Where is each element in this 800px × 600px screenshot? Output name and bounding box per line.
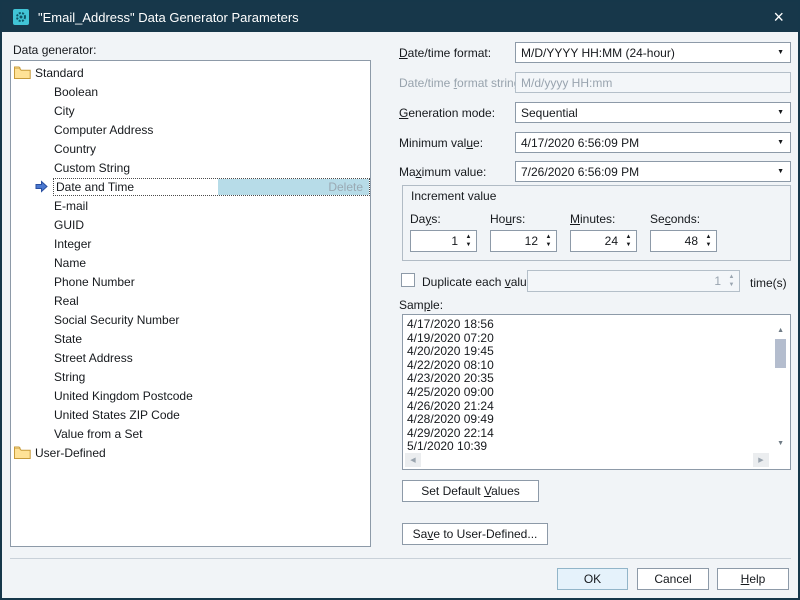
sample-row: 4/29/2020 22:14 xyxy=(407,427,494,441)
spinner-down-icon: ▼ xyxy=(729,283,735,288)
minutes-label: Minutes: xyxy=(570,212,615,226)
format-string-input-disabled: M/d/yyyy HH:mm xyxy=(515,72,791,93)
dropdown-arrow-icon: ▼ xyxy=(777,139,790,146)
spinner-up-icon[interactable]: ▲ xyxy=(706,235,712,240)
sample-label: Sample: xyxy=(399,298,443,312)
sample-row: 4/17/2020 18:56 xyxy=(407,318,494,332)
sample-row: 4/19/2020 07:20 xyxy=(407,332,494,346)
dropdown-arrow-icon: ▼ xyxy=(777,109,790,116)
tree-item-string[interactable]: String xyxy=(11,367,370,386)
tree-item-label: User-Defined xyxy=(35,446,106,460)
scroll-left-icon[interactable]: ◀ xyxy=(405,453,421,467)
datetime-format-select[interactable]: M/D/YYYY HH:MM (24-hour) ▼ xyxy=(515,42,791,63)
spinner-down-icon[interactable]: ▼ xyxy=(466,243,472,248)
days-spinner[interactable]: 1 ▲▼ xyxy=(410,230,477,252)
tree-item-united-kingdom-postcode[interactable]: United Kingdom Postcode xyxy=(11,386,370,405)
spinner-up-icon: ▲ xyxy=(729,275,735,280)
tree-item-real[interactable]: Real xyxy=(11,291,370,310)
minutes-spinner[interactable]: 24 ▲▼ xyxy=(570,230,637,252)
seconds-spinner[interactable]: 48 ▲▼ xyxy=(650,230,717,252)
delete-inline-button[interactable]: Delete xyxy=(328,180,363,194)
sample-row: 4/20/2020 19:45 xyxy=(407,345,494,359)
sample-row: 5/1/2020 10:39 xyxy=(407,440,494,454)
vertical-scrollbar-thumb[interactable] xyxy=(775,339,786,368)
folder-icon xyxy=(14,446,31,459)
selection-highlight: Delete xyxy=(218,179,369,195)
save-to-user-defined-button[interactable]: Save to User-Defined... xyxy=(402,523,548,545)
set-default-values-button[interactable]: Set Default Values xyxy=(402,480,539,502)
maximum-value-label: Maximum value: xyxy=(399,165,486,179)
tree-item-custom-string[interactable]: Custom String xyxy=(11,158,370,177)
minimum-value-label: Minimum value: xyxy=(399,136,483,150)
spinner-up-icon[interactable]: ▲ xyxy=(626,235,632,240)
data-generator-label: Data generator: xyxy=(13,43,96,57)
sample-list[interactable]: 4/17/2020 18:56 4/19/2020 07:20 4/20/202… xyxy=(402,314,791,470)
tree-item-computer-address[interactable]: Computer Address xyxy=(11,120,370,139)
close-icon[interactable]: × xyxy=(770,8,787,26)
format-string-label: Date/time format string: xyxy=(399,76,524,90)
spinner-down-icon[interactable]: ▼ xyxy=(626,243,632,248)
gear-app-icon xyxy=(13,9,29,25)
sample-items: 4/17/2020 18:56 4/19/2020 07:20 4/20/202… xyxy=(407,318,494,454)
sample-row: 4/22/2020 08:10 xyxy=(407,359,494,373)
help-button[interactable]: Help xyxy=(717,568,789,590)
tree-item-street-address[interactable]: Street Address xyxy=(11,348,370,367)
maximum-value-select[interactable]: 7/26/2020 6:56:09 PM ▼ xyxy=(515,161,791,182)
dropdown-arrow-icon: ▼ xyxy=(777,49,790,56)
tree-item-country[interactable]: Country xyxy=(11,139,370,158)
window-title: "Email_Address" Data Generator Parameter… xyxy=(38,10,299,25)
tree-item-united-states-zip-code[interactable]: United States ZIP Code xyxy=(11,405,370,424)
spinner-up-icon[interactable]: ▲ xyxy=(466,235,472,240)
times-suffix-label: time(s) xyxy=(750,276,787,290)
hours-label: Hours: xyxy=(490,212,525,226)
sample-row: 4/28/2020 09:49 xyxy=(407,413,494,427)
generation-mode-select[interactable]: Sequential ▼ xyxy=(515,102,791,123)
tree-item-state[interactable]: State xyxy=(11,329,370,348)
tree-item-guid[interactable]: GUID xyxy=(11,215,370,234)
spinner-down-icon[interactable]: ▼ xyxy=(706,243,712,248)
cancel-button[interactable]: Cancel xyxy=(637,568,709,590)
days-label: Days: xyxy=(410,212,441,226)
tree-item-value-from-a-set[interactable]: Value from a Set xyxy=(11,424,370,443)
duplicate-each-value-label: Duplicate each value xyxy=(422,275,533,289)
tree-item-boolean[interactable]: Boolean xyxy=(11,82,370,101)
data-generator-tree[interactable]: Standard Boolean City Computer Address C… xyxy=(10,60,371,547)
tree-item-integer[interactable]: Integer xyxy=(11,234,370,253)
tree-folder-user-defined[interactable]: User-Defined xyxy=(11,443,370,462)
tree-item-label: Standard xyxy=(35,66,84,80)
folder-icon xyxy=(14,66,31,79)
tree-item-social-security-number[interactable]: Social Security Number xyxy=(11,310,370,329)
datetime-format-label: Date/time format: xyxy=(399,46,491,60)
scroll-up-icon[interactable]: ▲ xyxy=(777,327,784,334)
footer-divider xyxy=(10,558,791,559)
tree-item-city[interactable]: City xyxy=(11,101,370,120)
tree-item-email[interactable]: E-mail xyxy=(11,196,370,215)
tree-item-phone-number[interactable]: Phone Number xyxy=(11,272,370,291)
duplicate-count-spinner-disabled: 1 ▲▼ xyxy=(527,270,740,292)
spinner-down-icon[interactable]: ▼ xyxy=(546,243,552,248)
generation-mode-label: Generation mode: xyxy=(399,106,495,120)
seconds-label: Seconds: xyxy=(650,212,700,226)
increment-value-group: Increment value Days: 1 ▲▼ Hours: 12 ▲▼ … xyxy=(402,185,791,261)
hours-spinner[interactable]: 12 ▲▼ xyxy=(490,230,557,252)
selected-item-arrow-icon xyxy=(35,180,48,193)
spinner-up-icon[interactable]: ▲ xyxy=(546,235,552,240)
dropdown-arrow-icon: ▼ xyxy=(777,168,790,175)
minimum-value-select[interactable]: 4/17/2020 6:56:09 PM ▼ xyxy=(515,132,791,153)
increment-value-title: Increment value xyxy=(411,189,496,203)
scroll-right-icon[interactable]: ▶ xyxy=(753,453,769,467)
title-bar: "Email_Address" Data Generator Parameter… xyxy=(2,2,798,32)
data-generator-parameters-dialog: "Email_Address" Data Generator Parameter… xyxy=(0,0,800,600)
selected-row-focus-box: Date and Time Delete xyxy=(53,178,370,196)
duplicate-each-value-checkbox[interactable] xyxy=(401,273,415,287)
sample-row: 4/23/2020 20:35 xyxy=(407,372,494,386)
sample-row: 4/25/2020 09:00 xyxy=(407,386,494,400)
ok-button[interactable]: OK xyxy=(557,568,628,590)
sample-row: 4/26/2020 21:24 xyxy=(407,400,494,414)
tree-item-label: Date and Time xyxy=(56,180,134,194)
tree-item-date-and-time-selected[interactable]: Date and Time Delete xyxy=(11,177,370,196)
tree-folder-standard[interactable]: Standard xyxy=(11,63,370,82)
tree-item-name[interactable]: Name xyxy=(11,253,370,272)
scroll-down-icon[interactable]: ▼ xyxy=(777,440,784,447)
